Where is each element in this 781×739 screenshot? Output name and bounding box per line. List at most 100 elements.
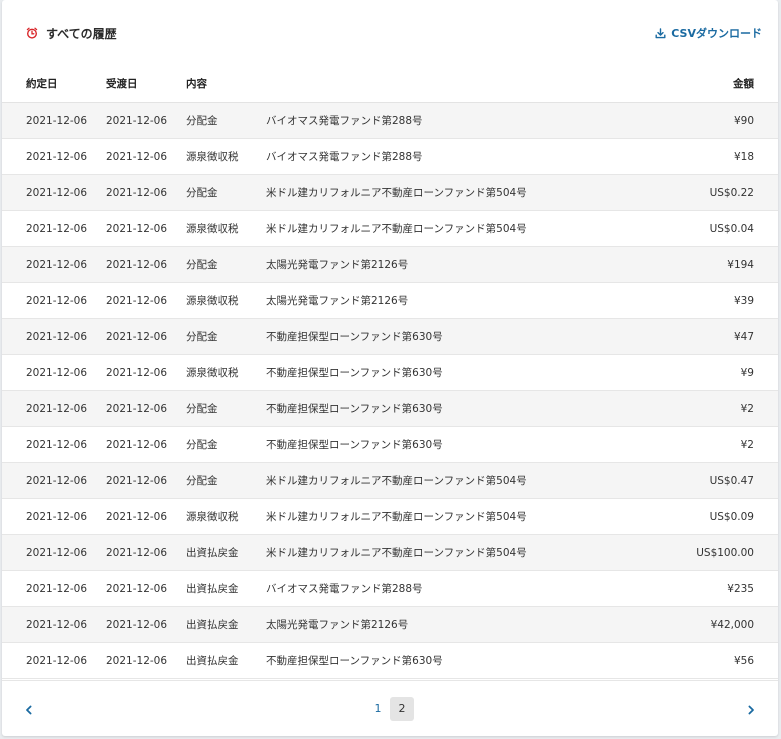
cell-trade-date: 2021-12-06 — [2, 102, 106, 139]
download-icon — [655, 27, 666, 39]
cell-amount: ¥18 — [596, 138, 778, 175]
table-row: 2021-12-06 2021-12-06 出資払戻金 米ドル建カリフォルニア不動産ロ… — [2, 534, 778, 571]
cell-trade-date: 2021-12-06 — [2, 318, 106, 355]
cell-fund-name: バイオマス発電ファンド第288号 — [266, 138, 596, 175]
cell-trade-date: 2021-12-06 — [2, 210, 106, 247]
cell-amount: ¥56 — [596, 642, 778, 679]
page-button-2-current[interactable]: 2 — [390, 697, 414, 721]
cell-amount: ¥2 — [596, 426, 778, 463]
column-header-amount: 金額 — [596, 64, 778, 103]
table-row: 2021-12-06 2021-12-06 出資払戻金 不動産担保型ローンファンド第6… — [2, 642, 778, 679]
cell-fund-name: 不動産担保型ローンファンド第630号 — [266, 642, 596, 679]
cell-trade-date: 2021-12-06 — [2, 138, 106, 175]
cell-content-type: 出資払戻金 — [186, 534, 266, 571]
cell-settle-date: 2021-12-06 — [106, 534, 186, 571]
cell-content-type: 源泉徴収税 — [186, 354, 266, 391]
alarm-clock-icon — [26, 27, 38, 39]
cell-amount: ¥194 — [596, 246, 778, 283]
cell-fund-name: 不動産担保型ローンファンド第630号 — [266, 426, 596, 463]
table-row: 2021-12-06 2021-12-06 源泉徴収税 米ドル建カリフォルニア不動産ロ… — [2, 210, 778, 247]
cell-settle-date: 2021-12-06 — [106, 426, 186, 463]
cell-content-type: 分配金 — [186, 246, 266, 283]
cell-settle-date: 2021-12-06 — [106, 174, 186, 211]
column-header-trade-date: 約定日 — [2, 64, 106, 103]
cell-settle-date: 2021-12-06 — [106, 210, 186, 247]
cell-settle-date: 2021-12-06 — [106, 606, 186, 643]
cell-fund-name: 不動産担保型ローンファンド第630号 — [266, 390, 596, 427]
cell-settle-date: 2021-12-06 — [106, 570, 186, 607]
cell-amount: US$0.22 — [596, 174, 778, 211]
cell-settle-date: 2021-12-06 — [106, 318, 186, 355]
table-row: 2021-12-06 2021-12-06 源泉徴収税 バイオマス発電ファンド第288… — [2, 138, 778, 175]
table-row: 2021-12-06 2021-12-06 出資払戻金 太陽光発電ファンド第2126号… — [2, 606, 778, 643]
cell-trade-date: 2021-12-06 — [2, 498, 106, 535]
cell-trade-date: 2021-12-06 — [2, 390, 106, 427]
cell-fund-name: 不動産担保型ローンファンド第630号 — [266, 354, 596, 391]
table-row: 2021-12-06 2021-12-06 分配金 不動産担保型ローンファンド第630… — [2, 426, 778, 463]
cell-fund-name: 太陽光発電ファンド第2126号 — [266, 282, 596, 319]
cell-fund-name: 太陽光発電ファンド第2126号 — [266, 246, 596, 283]
cell-settle-date: 2021-12-06 — [106, 102, 186, 139]
cell-content-type: 分配金 — [186, 426, 266, 463]
cell-settle-date: 2021-12-06 — [106, 282, 186, 319]
cell-fund-name: 太陽光発電ファンド第2126号 — [266, 606, 596, 643]
table-row: 2021-12-06 2021-12-06 分配金 不動産担保型ローンファンド第630… — [2, 318, 778, 355]
cell-fund-name: 米ドル建カリフォルニア不動産ローンファンド第504号 — [266, 462, 596, 499]
column-header-settle-date: 受渡日 — [106, 64, 186, 103]
cell-content-type: 分配金 — [186, 174, 266, 211]
cell-content-type: 源泉徴収税 — [186, 210, 266, 247]
cell-content-type: 源泉徴収税 — [186, 282, 266, 319]
cell-amount: ¥47 — [596, 318, 778, 355]
cell-settle-date: 2021-12-06 — [106, 246, 186, 283]
cell-trade-date: 2021-12-06 — [2, 534, 106, 571]
cell-content-type: 分配金 — [186, 390, 266, 427]
table-row: 2021-12-06 2021-12-06 分配金 太陽光発電ファンド第2126号 ¥1… — [2, 246, 778, 283]
table-row: 2021-12-06 2021-12-06 分配金 不動産担保型ローンファンド第630… — [2, 390, 778, 427]
table-row: 2021-12-06 2021-12-06 源泉徴収税 太陽光発電ファンド第2126号… — [2, 282, 778, 319]
page-button-1[interactable]: 1 — [366, 697, 390, 721]
table-row: 2021-12-06 2021-12-06 源泉徴収税 米ドル建カリフォルニア不動産ロ… — [2, 498, 778, 535]
table-row: 2021-12-06 2021-12-06 源泉徴収税 不動産担保型ローンファンド第6… — [2, 354, 778, 391]
cell-content-type: 出資払戻金 — [186, 642, 266, 679]
page-title: すべての履歴 — [26, 24, 117, 42]
cell-amount: ¥42,000 — [596, 606, 778, 643]
cell-trade-date: 2021-12-06 — [2, 282, 106, 319]
column-header-content: 内容 — [186, 64, 266, 103]
cell-settle-date: 2021-12-06 — [106, 138, 186, 175]
cell-content-type: 源泉徴収税 — [186, 498, 266, 535]
csv-download-label: CSVダウンロード — [671, 27, 762, 40]
cell-amount: ¥2 — [596, 390, 778, 427]
cell-fund-name: バイオマス発電ファンド第288号 — [266, 102, 596, 139]
cell-trade-date: 2021-12-06 — [2, 606, 106, 643]
cell-trade-date: 2021-12-06 — [2, 354, 106, 391]
table-row: 2021-12-06 2021-12-06 分配金 米ドル建カリフォルニア不動産ローン… — [2, 174, 778, 211]
chevron-left-icon[interactable] — [22, 702, 36, 716]
cell-amount: US$0.47 — [596, 462, 778, 499]
cell-fund-name: 米ドル建カリフォルニア不動産ローンファンド第504号 — [266, 174, 596, 211]
cell-content-type: 源泉徴収税 — [186, 138, 266, 175]
cell-content-type: 分配金 — [186, 318, 266, 355]
pagination: 1 2 — [2, 680, 778, 736]
table-row: 2021-12-06 2021-12-06 分配金 米ドル建カリフォルニア不動産ローン… — [2, 462, 778, 499]
page-title-text: すべての履歴 — [46, 26, 117, 41]
csv-download-button[interactable]: CSVダウンロード — [655, 24, 762, 42]
cell-amount: ¥39 — [596, 282, 778, 319]
cell-trade-date: 2021-12-06 — [2, 426, 106, 463]
column-header-fund — [266, 64, 596, 103]
cell-fund-name: 米ドル建カリフォルニア不動産ローンファンド第504号 — [266, 210, 596, 247]
chevron-right-icon[interactable] — [744, 702, 758, 716]
cell-trade-date: 2021-12-06 — [2, 570, 106, 607]
cell-amount: US$100.00 — [596, 534, 778, 571]
history-table: 約定日 受渡日 内容 金額 2021-12-06 2021-12-06 分配金 バイオ… — [2, 64, 778, 679]
table-row: 2021-12-06 2021-12-06 出資払戻金 バイオマス発電ファンド第288… — [2, 570, 778, 607]
cell-amount: US$0.04 — [596, 210, 778, 247]
cell-amount: US$0.09 — [596, 498, 778, 535]
cell-fund-name: 米ドル建カリフォルニア不動産ローンファンド第504号 — [266, 534, 596, 571]
cell-settle-date: 2021-12-06 — [106, 462, 186, 499]
cell-content-type: 分配金 — [186, 462, 266, 499]
cell-trade-date: 2021-12-06 — [2, 174, 106, 211]
cell-trade-date: 2021-12-06 — [2, 642, 106, 679]
cell-settle-date: 2021-12-06 — [106, 354, 186, 391]
cell-fund-name: バイオマス発電ファンド第288号 — [266, 570, 596, 607]
cell-content-type: 分配金 — [186, 102, 266, 139]
